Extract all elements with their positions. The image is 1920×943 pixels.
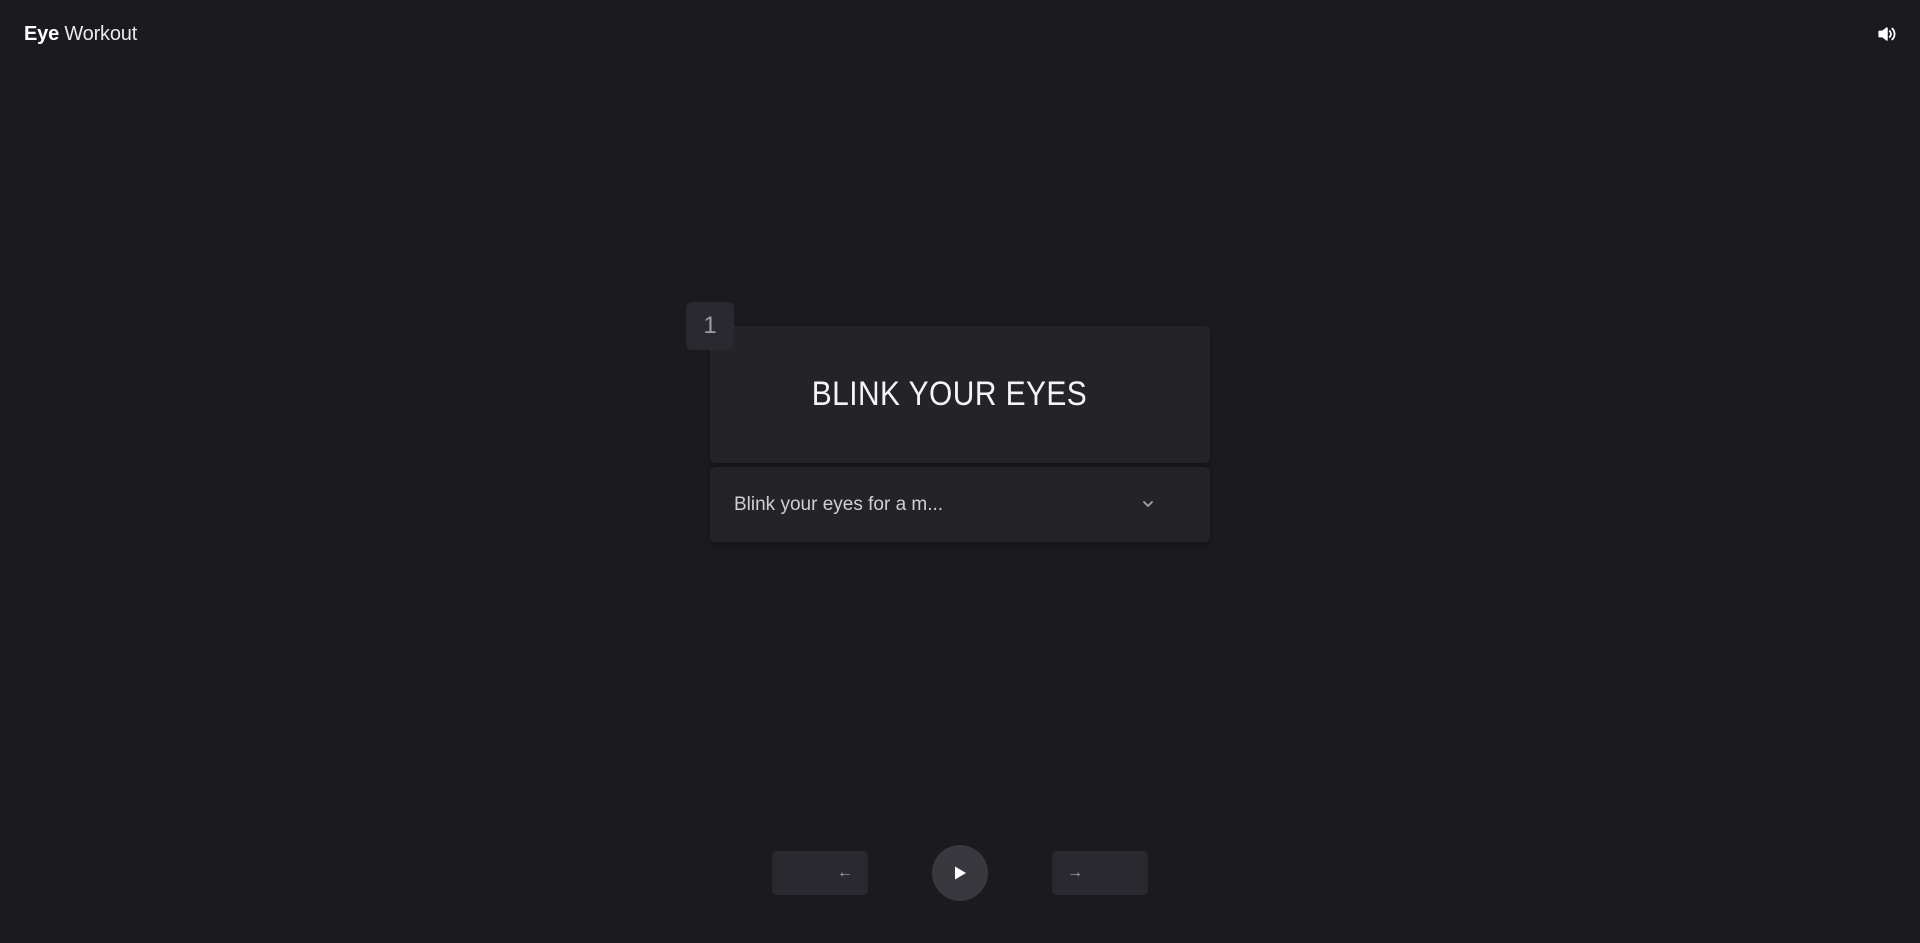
- brand-bold-text: Eye: [24, 23, 59, 45]
- chevron-down-icon: [1143, 501, 1153, 507]
- next-exercise-button[interactable]: →: [1052, 851, 1148, 895]
- play-button[interactable]: [932, 845, 988, 901]
- step-number-badge: 1: [686, 302, 734, 350]
- arrow-right-icon: →: [1067, 864, 1083, 881]
- sound-toggle-button[interactable]: [1874, 22, 1898, 46]
- play-icon: [955, 866, 966, 880]
- previous-exercise-button[interactable]: ←: [772, 851, 868, 895]
- exercise-description-toggle[interactable]: Blink your eyes for a m...: [710, 467, 1210, 542]
- app-logo[interactable]: Eye Workout: [24, 21, 137, 47]
- eye-workout-page: Eye Workout 1 BLINK YOUR EYES Blink your…: [0, 0, 1920, 943]
- exercise-description: Blink your eyes for a m...: [734, 494, 944, 515]
- arrow-left-icon: ←: [837, 864, 853, 881]
- exercise-title-card: BLINK YOUR EYES: [710, 326, 1210, 463]
- speaker-volume-icon: [1878, 27, 1896, 41]
- exercise-title: BLINK YOUR EYES: [811, 375, 1087, 413]
- brand-light-text: Workout: [59, 23, 138, 45]
